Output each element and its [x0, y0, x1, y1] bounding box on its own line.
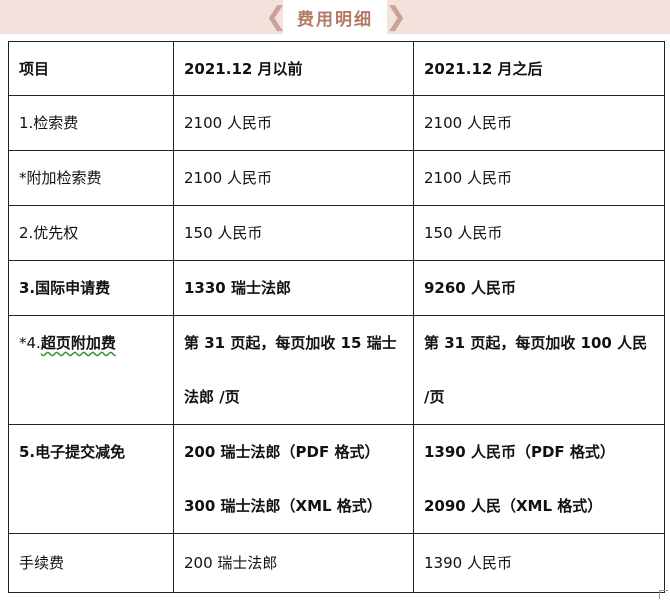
table-row: *4.超页附加费 第 31 页起，每页加收 15 瑞士 法郎 /页 第 31 页…	[8, 315, 665, 425]
fee-table: 项目 2021.12 月以前 2021.12 月之后 1.检索费 2100 人民…	[8, 41, 665, 593]
table-row: 手续费 200 瑞士法郎 1390 人民币	[8, 533, 665, 593]
cell-after-line: /页	[424, 388, 445, 406]
cell-item: 手续费	[8, 533, 174, 593]
table-row: 3.国际申请费 1330 瑞士法郎 9260 人民币	[8, 260, 665, 316]
cell-item: 1.检索费	[8, 95, 174, 151]
cell-after-line: 第 31 页起，每页加收 100 人民	[424, 334, 648, 352]
chevron-right-ornament-icon: ❯	[385, 2, 407, 32]
cell-after: 9260 人民币	[413, 260, 665, 316]
cell-item: 2.优先权	[8, 205, 174, 261]
banner-title: 费用明细	[297, 9, 373, 30]
banner-title-box: 费用明细	[283, 0, 387, 34]
cell-after: 150 人民币	[413, 205, 665, 261]
cell-item-text: 5.电子提交减免	[19, 443, 126, 461]
cell-before-line: 法郎 /页	[184, 388, 240, 406]
page-corner-mark	[659, 590, 668, 599]
header-cell-before: 2021.12 月以前	[173, 41, 414, 96]
cell-before-line: 300 瑞士法郎（XML 格式）	[184, 497, 382, 515]
cell-item: 3.国际申请费	[8, 260, 174, 316]
cell-before: 200 瑞士法郎（PDF 格式） 300 瑞士法郎（XML 格式）	[173, 424, 414, 534]
table-header-row: 项目 2021.12 月以前 2021.12 月之后	[8, 41, 665, 96]
header-cell-item: 项目	[8, 41, 174, 96]
cell-item: *4.超页附加费	[8, 315, 174, 425]
cell-before: 2100 人民币	[173, 95, 414, 151]
cell-before: 200 瑞士法郎	[173, 533, 414, 593]
cell-before: 1330 瑞士法郎	[173, 260, 414, 316]
table-row: *附加检索费 2100 人民币 2100 人民币	[8, 150, 665, 206]
cell-before-line: 第 31 页起，每页加收 15 瑞士	[184, 334, 397, 352]
cell-item: 5.电子提交减免	[8, 424, 174, 534]
cell-after-line: 1390 人民币（PDF 格式）	[424, 443, 615, 461]
cell-after: 1390 人民币（PDF 格式） 2090 人民（XML 格式）	[413, 424, 665, 534]
item-prefix: *4.	[19, 334, 41, 352]
cell-before: 第 31 页起，每页加收 15 瑞士 法郎 /页	[173, 315, 414, 425]
table-row: 5.电子提交减免 200 瑞士法郎（PDF 格式） 300 瑞士法郎（XML 格…	[8, 424, 665, 534]
cell-after: 1390 人民币	[413, 533, 665, 593]
cell-after: 2100 人民币	[413, 150, 665, 206]
cell-before: 150 人民币	[173, 205, 414, 261]
cell-before: 2100 人民币	[173, 150, 414, 206]
table-row: 1.检索费 2100 人民币 2100 人民币	[8, 95, 665, 151]
cell-after-line: 2090 人民（XML 格式）	[424, 497, 603, 515]
table-row: 2.优先权 150 人民币 150 人民币	[8, 205, 665, 261]
cell-after: 2100 人民币	[413, 95, 665, 151]
item-underlined-text: 超页附加费	[40, 334, 116, 352]
cell-after: 第 31 页起，每页加收 100 人民 /页	[413, 315, 665, 425]
section-banner: ❮ 费用明细 ❯	[0, 0, 670, 34]
header-cell-after: 2021.12 月之后	[413, 41, 665, 96]
cell-before-line: 200 瑞士法郎（PDF 格式）	[184, 443, 380, 461]
cell-item: *附加检索费	[8, 150, 174, 206]
